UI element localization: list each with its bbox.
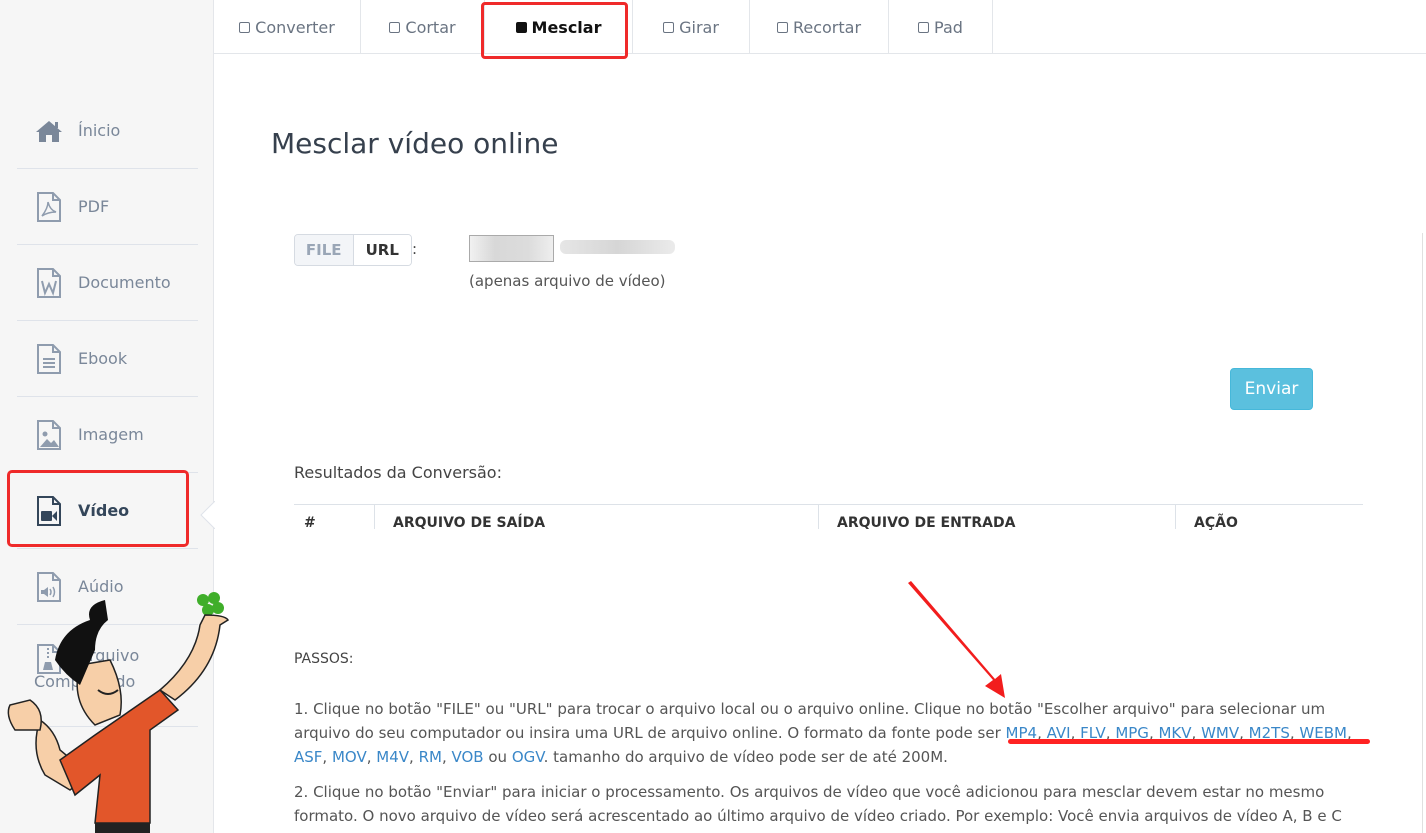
- toggle-colon: :: [412, 240, 418, 258]
- sidebar-item-audio[interactable]: Aúdio: [17, 549, 198, 625]
- page-title: Mesclar vídeo online: [271, 127, 559, 160]
- image-file-icon: [34, 419, 64, 451]
- tool-tabs: Converter Cortar Mesclar Girar Recortar …: [214, 0, 1426, 54]
- sidebar-item-label: Imagem: [78, 425, 144, 444]
- sidebar-item-label: Vídeo: [78, 501, 130, 520]
- text-file-icon: [34, 343, 64, 375]
- th-action: AÇÃO: [1175, 505, 1363, 541]
- sidebar-item-arquivo-compactado[interactable]: Arquivo Compactado: [17, 625, 198, 727]
- sidebar-item-label: PDF: [78, 197, 110, 216]
- sidebar-item-ebook[interactable]: Ebook: [17, 321, 198, 397]
- tab-label: Pad: [934, 17, 963, 37]
- sidebar-item-video[interactable]: Vídeo: [17, 473, 198, 549]
- send-button[interactable]: Enviar: [1230, 368, 1313, 410]
- table-header-row: # ARQUIVO DE SAÍDA ARQUIVO DE ENTRADA AÇ…: [294, 505, 1363, 541]
- th-input-file: ARQUIVO DE ENTRADA: [818, 505, 1175, 541]
- source-toggle: FILE URL: [294, 234, 412, 266]
- word-file-icon: [34, 267, 64, 299]
- pdf-file-icon: [34, 191, 64, 223]
- format-link-mov[interactable]: MOV: [332, 748, 367, 766]
- checkbox-checked-icon: [515, 21, 527, 33]
- tab-recortar[interactable]: Recortar: [750, 0, 889, 54]
- audio-file-icon: [34, 571, 64, 603]
- checkbox-icon: [663, 21, 675, 33]
- tab-cortar[interactable]: Cortar: [361, 0, 485, 54]
- annotation-arrow-icon: [908, 581, 1005, 698]
- step-2: 2. Clique no botão "Enviar" para iniciar…: [294, 783, 1342, 825]
- sidebar-item-label: Documento: [78, 273, 171, 292]
- steps-title: PASSOS:: [294, 651, 354, 667]
- tab-label: Girar: [679, 17, 719, 37]
- scrollbar-track[interactable]: [1422, 233, 1423, 833]
- tab-pad[interactable]: Pad: [889, 0, 993, 54]
- checkbox-icon: [918, 21, 930, 33]
- sidebar-item-inicio[interactable]: Ínicio: [17, 93, 198, 169]
- format-link-asf[interactable]: ASF: [294, 748, 322, 766]
- tab-label: Converter: [255, 17, 335, 37]
- sidebar-item-label-line2: Compactado: [34, 672, 136, 691]
- home-icon: [34, 115, 64, 147]
- step-1-joiner: ou: [483, 748, 512, 766]
- url-toggle-button[interactable]: URL: [353, 235, 411, 265]
- sidebar-item-label: Ínicio: [78, 121, 121, 140]
- checkbox-icon: [776, 21, 788, 33]
- format-link-m4v[interactable]: M4V: [376, 748, 409, 766]
- sidebar-item-imagem[interactable]: Imagem: [17, 397, 198, 473]
- video-file-icon: [34, 495, 64, 527]
- th-number: #: [304, 515, 316, 531]
- format-link-ogv[interactable]: OGV: [512, 748, 544, 766]
- file-hint: (apenas arquivo de vídeo): [469, 272, 666, 290]
- sidebar-list: Ínicio PDF Documento Ebook Imagem Vídeo …: [17, 93, 198, 727]
- tab-label: Cortar: [405, 17, 456, 37]
- file-toggle-button[interactable]: FILE: [295, 235, 354, 265]
- results-label: Resultados da Conversão:: [294, 463, 502, 482]
- step-1-text-after: . tamanho do arquivo de vídeo pode ser d…: [543, 748, 948, 766]
- sidebar-item-documento[interactable]: Documento: [17, 245, 198, 321]
- sidebar: Ínicio PDF Documento Ebook Imagem Vídeo …: [0, 0, 215, 833]
- active-pointer-icon: [200, 501, 215, 529]
- results-table: # ARQUIVO DE SAÍDA ARQUIVO DE ENTRADA AÇ…: [294, 504, 1363, 541]
- sidebar-item-label: Aúdio: [78, 577, 124, 596]
- choose-file-button[interactable]: [469, 235, 554, 262]
- tab-converter[interactable]: Converter: [214, 0, 361, 54]
- th-output-file: ARQUIVO DE SAÍDA: [374, 505, 818, 541]
- format-link-vob[interactable]: VOB: [451, 748, 483, 766]
- sidebar-item-pdf[interactable]: PDF: [17, 169, 198, 245]
- tab-girar[interactable]: Girar: [633, 0, 750, 54]
- tab-mesclar[interactable]: Mesclar: [485, 0, 633, 54]
- tab-label: Recortar: [792, 17, 862, 37]
- file-status-text: [560, 240, 675, 254]
- annotation-underline: [1008, 739, 1370, 744]
- step-1: 1. Clique no botão "FILE" ou "URL" para …: [294, 697, 1369, 769]
- sidebar-item-label: Ebook: [78, 349, 128, 368]
- sidebar-item-label: Arquivo: [78, 646, 140, 665]
- checkbox-icon: [239, 21, 251, 33]
- format-link-rm[interactable]: RM: [419, 748, 442, 766]
- tab-label: Mesclar: [531, 17, 602, 37]
- checkbox-icon: [389, 21, 401, 33]
